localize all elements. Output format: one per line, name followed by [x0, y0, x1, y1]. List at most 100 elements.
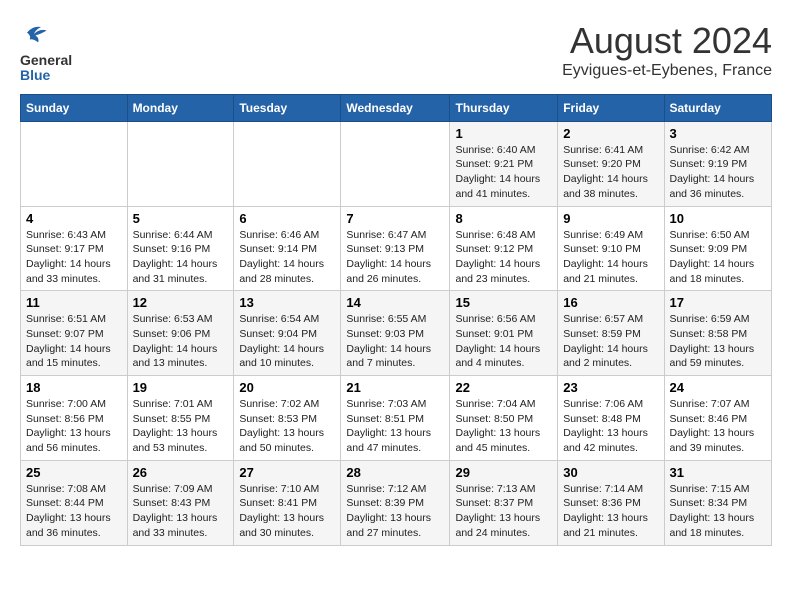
day-number: 18 — [26, 380, 122, 395]
day-info: Sunrise: 6:46 AM Sunset: 9:14 PM Dayligh… — [239, 228, 335, 287]
day-info: Sunrise: 6:49 AM Sunset: 9:10 PM Dayligh… — [563, 228, 658, 287]
calendar-cell: 14 Sunrise: 6:55 AM Sunset: 9:03 PM Dayli… — [341, 291, 450, 376]
day-info: Sunrise: 6:53 AM Sunset: 9:06 PM Dayligh… — [133, 312, 229, 371]
day-number: 10 — [670, 211, 767, 226]
calendar-cell: 16 Sunrise: 6:57 AM Sunset: 8:59 PM Dayli… — [558, 291, 664, 376]
logo-text-blue: Blue — [20, 67, 50, 83]
day-number: 5 — [133, 211, 229, 226]
day-info: Sunrise: 6:40 AM Sunset: 9:21 PM Dayligh… — [455, 143, 552, 202]
day-info: Sunrise: 7:02 AM Sunset: 8:53 PM Dayligh… — [239, 397, 335, 456]
day-info: Sunrise: 7:00 AM Sunset: 8:56 PM Dayligh… — [26, 397, 122, 456]
day-info: Sunrise: 7:14 AM Sunset: 8:36 PM Dayligh… — [563, 482, 658, 541]
calendar-week-row: 11 Sunrise: 6:51 AM Sunset: 9:07 PM Dayli… — [21, 291, 772, 376]
calendar-cell: 31 Sunrise: 7:15 AM Sunset: 8:34 PM Dayli… — [664, 460, 772, 545]
day-number: 8 — [455, 211, 552, 226]
day-number: 31 — [670, 465, 767, 480]
day-number: 16 — [563, 295, 658, 310]
day-info: Sunrise: 6:48 AM Sunset: 9:12 PM Dayligh… — [455, 228, 552, 287]
day-info: Sunrise: 6:54 AM Sunset: 9:04 PM Dayligh… — [239, 312, 335, 371]
subtitle: Eyvigues-et-Eybenes, France — [562, 62, 772, 80]
day-info: Sunrise: 6:47 AM Sunset: 9:13 PM Dayligh… — [346, 228, 444, 287]
calendar-cell: 24 Sunrise: 7:07 AM Sunset: 8:46 PM Dayli… — [664, 376, 772, 461]
col-header-thursday: Thursday — [450, 94, 558, 121]
calendar-cell: 13 Sunrise: 6:54 AM Sunset: 9:04 PM Dayli… — [234, 291, 341, 376]
calendar-cell: 3 Sunrise: 6:42 AM Sunset: 9:19 PM Daylig… — [664, 121, 772, 206]
calendar-cell: 9 Sunrise: 6:49 AM Sunset: 9:10 PM Daylig… — [558, 206, 664, 291]
title-block: August 2024 Eyvigues-et-Eybenes, France — [562, 20, 772, 80]
calendar-cell: 8 Sunrise: 6:48 AM Sunset: 9:12 PM Daylig… — [450, 206, 558, 291]
day-number: 28 — [346, 465, 444, 480]
day-info: Sunrise: 7:09 AM Sunset: 8:43 PM Dayligh… — [133, 482, 229, 541]
day-info: Sunrise: 7:03 AM Sunset: 8:51 PM Dayligh… — [346, 397, 444, 456]
day-number: 13 — [239, 295, 335, 310]
day-info: Sunrise: 6:51 AM Sunset: 9:07 PM Dayligh… — [26, 312, 122, 371]
calendar-cell: 28 Sunrise: 7:12 AM Sunset: 8:39 PM Dayli… — [341, 460, 450, 545]
day-number: 30 — [563, 465, 658, 480]
day-info: Sunrise: 6:41 AM Sunset: 9:20 PM Dayligh… — [563, 143, 658, 202]
logo-text-general: General — [20, 52, 72, 68]
day-info: Sunrise: 7:15 AM Sunset: 8:34 PM Dayligh… — [670, 482, 767, 541]
day-info: Sunrise: 7:08 AM Sunset: 8:44 PM Dayligh… — [26, 482, 122, 541]
calendar-week-row: 18 Sunrise: 7:00 AM Sunset: 8:56 PM Dayli… — [21, 376, 772, 461]
calendar-cell: 12 Sunrise: 6:53 AM Sunset: 9:06 PM Dayli… — [127, 291, 234, 376]
day-number: 1 — [455, 126, 552, 141]
calendar-cell — [21, 121, 128, 206]
day-info: Sunrise: 7:07 AM Sunset: 8:46 PM Dayligh… — [670, 397, 767, 456]
day-number: 29 — [455, 465, 552, 480]
calendar-cell: 27Sunrise: 7:10 AM Sunset: 8:41 PM Dayli… — [234, 460, 341, 545]
col-header-monday: Monday — [127, 94, 234, 121]
calendar-cell: 23 Sunrise: 7:06 AM Sunset: 8:48 PM Dayli… — [558, 376, 664, 461]
calendar-cell: 26Sunrise: 7:09 AM Sunset: 8:43 PM Dayli… — [127, 460, 234, 545]
day-info: Sunrise: 7:04 AM Sunset: 8:50 PM Dayligh… — [455, 397, 552, 456]
calendar-week-row: 4 Sunrise: 6:43 AM Sunset: 9:17 PM Daylig… — [21, 206, 772, 291]
calendar-table: SundayMondayTuesdayWednesdayThursdayFrid… — [20, 94, 772, 546]
day-number: 23 — [563, 380, 658, 395]
day-info: Sunrise: 6:57 AM Sunset: 8:59 PM Dayligh… — [563, 312, 658, 371]
day-info: Sunrise: 6:43 AM Sunset: 9:17 PM Dayligh… — [26, 228, 122, 287]
calendar-cell: 15 Sunrise: 6:56 AM Sunset: 9:01 PM Dayli… — [450, 291, 558, 376]
day-number: 15 — [455, 295, 552, 310]
calendar-body: 1 Sunrise: 6:40 AM Sunset: 9:21 PM Daylig… — [21, 121, 772, 545]
col-header-wednesday: Wednesday — [341, 94, 450, 121]
day-number: 4 — [26, 211, 122, 226]
day-number: 11 — [26, 295, 122, 310]
logo: General Blue — [20, 20, 72, 84]
calendar-cell: 6 Sunrise: 6:46 AM Sunset: 9:14 PM Daylig… — [234, 206, 341, 291]
main-title: August 2024 — [562, 20, 772, 62]
day-number: 27 — [239, 465, 335, 480]
day-info: Sunrise: 7:12 AM Sunset: 8:39 PM Dayligh… — [346, 482, 444, 541]
calendar-cell: 4 Sunrise: 6:43 AM Sunset: 9:17 PM Daylig… — [21, 206, 128, 291]
day-info: Sunrise: 7:06 AM Sunset: 8:48 PM Dayligh… — [563, 397, 658, 456]
day-number: 12 — [133, 295, 229, 310]
day-info: Sunrise: 6:42 AM Sunset: 9:19 PM Dayligh… — [670, 143, 767, 202]
day-number: 2 — [563, 126, 658, 141]
day-info: Sunrise: 7:01 AM Sunset: 8:55 PM Dayligh… — [133, 397, 229, 456]
col-header-friday: Friday — [558, 94, 664, 121]
day-number: 6 — [239, 211, 335, 226]
day-number: 21 — [346, 380, 444, 395]
calendar-week-row: 1 Sunrise: 6:40 AM Sunset: 9:21 PM Daylig… — [21, 121, 772, 206]
day-number: 22 — [455, 380, 552, 395]
calendar-cell: 7 Sunrise: 6:47 AM Sunset: 9:13 PM Daylig… — [341, 206, 450, 291]
day-number: 25 — [26, 465, 122, 480]
calendar-cell: 17 Sunrise: 6:59 AM Sunset: 8:58 PM Dayli… — [664, 291, 772, 376]
calendar-cell: 2 Sunrise: 6:41 AM Sunset: 9:20 PM Daylig… — [558, 121, 664, 206]
day-number: 14 — [346, 295, 444, 310]
calendar-cell: 29 Sunrise: 7:13 AM Sunset: 8:37 PM Dayli… — [450, 460, 558, 545]
day-number: 7 — [346, 211, 444, 226]
calendar-cell — [341, 121, 450, 206]
day-info: Sunrise: 6:56 AM Sunset: 9:01 PM Dayligh… — [455, 312, 552, 371]
day-number: 9 — [563, 211, 658, 226]
calendar-cell: 10Sunrise: 6:50 AM Sunset: 9:09 PM Dayli… — [664, 206, 772, 291]
day-number: 17 — [670, 295, 767, 310]
day-info: Sunrise: 6:55 AM Sunset: 9:03 PM Dayligh… — [346, 312, 444, 371]
col-header-tuesday: Tuesday — [234, 94, 341, 121]
page-header: General Blue August 2024 Eyvigues-et-Eyb… — [20, 20, 772, 84]
calendar-cell: 5Sunrise: 6:44 AM Sunset: 9:16 PM Daylig… — [127, 206, 234, 291]
day-info: Sunrise: 7:13 AM Sunset: 8:37 PM Dayligh… — [455, 482, 552, 541]
day-info: Sunrise: 6:59 AM Sunset: 8:58 PM Dayligh… — [670, 312, 767, 371]
day-number: 24 — [670, 380, 767, 395]
calendar-cell: 20Sunrise: 7:02 AM Sunset: 8:53 PM Dayli… — [234, 376, 341, 461]
calendar-week-row: 25 Sunrise: 7:08 AM Sunset: 8:44 PM Dayli… — [21, 460, 772, 545]
day-number: 3 — [670, 126, 767, 141]
